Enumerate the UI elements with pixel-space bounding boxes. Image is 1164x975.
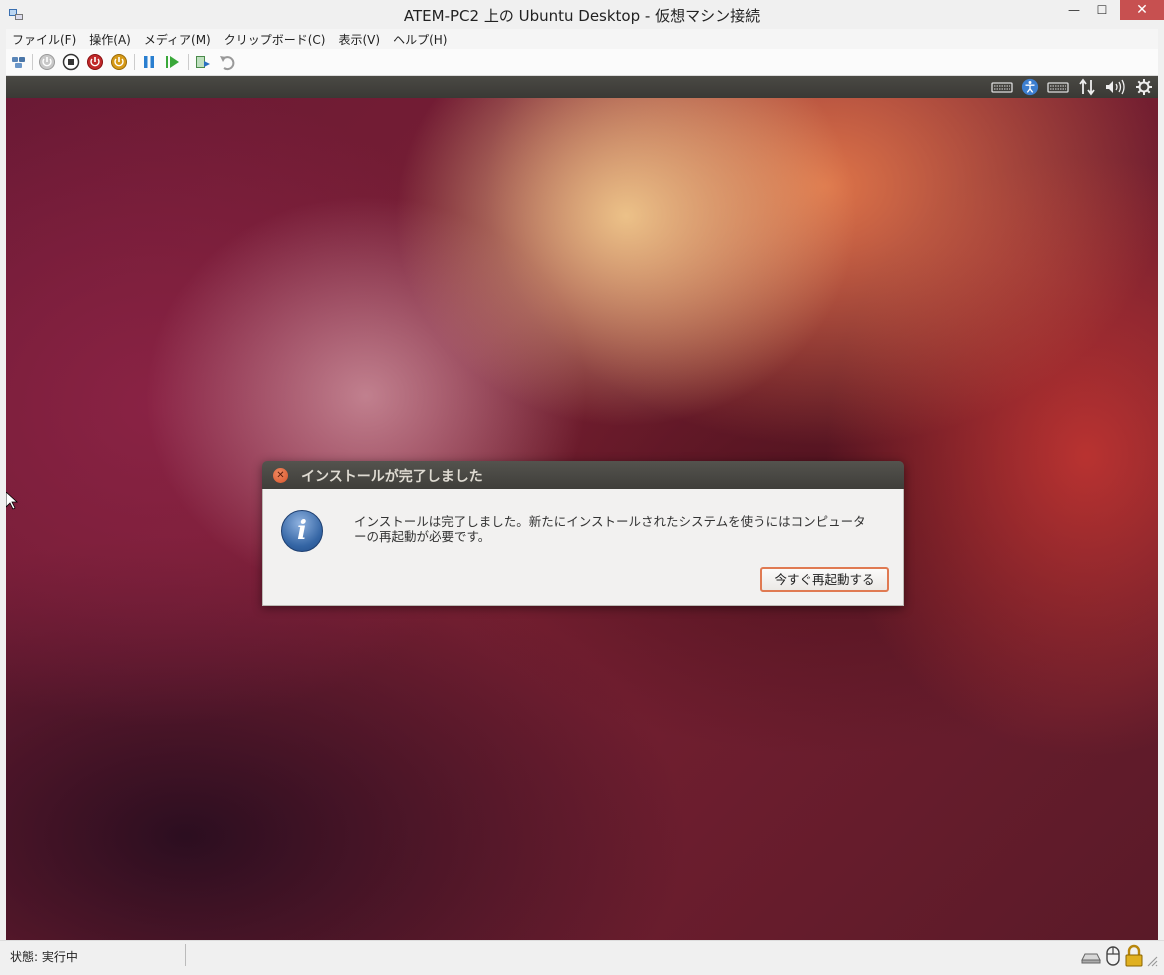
save-icon[interactable] (110, 53, 128, 71)
toolbar-separator (134, 54, 135, 70)
keyboard-layout-icon[interactable] (1047, 78, 1069, 96)
menu-clipboard[interactable]: クリップボード(C) (218, 29, 333, 49)
menu-action[interactable]: 操作(A) (83, 29, 138, 49)
reset-icon[interactable] (164, 53, 182, 71)
menu-media[interactable]: メディア(M) (138, 29, 218, 49)
menu-bar: ファイル(F) 操作(A) メディア(M) クリップボード(C) 表示(V) ヘ… (6, 29, 1158, 49)
minimize-button[interactable]: — (1060, 0, 1088, 20)
dialog-title: インストールが完了しました (301, 469, 483, 485)
status-bar: 状態: 実行中 (0, 940, 1164, 975)
keyboard-status-icon (1081, 953, 1101, 964)
toolbar (6, 49, 1158, 76)
menu-file[interactable]: ファイル(F) (6, 29, 83, 49)
volume-icon[interactable] (1104, 78, 1126, 96)
window-title: ATEM-PC2 上の Ubuntu Desktop - 仮想マシン接続 (403, 7, 761, 25)
pause-icon[interactable] (140, 53, 158, 71)
dialog-message: インストールは完了しました。新たにインストールされたシステムを使うにはコンピュー… (354, 514, 894, 544)
menu-view[interactable]: 表示(V) (333, 29, 388, 49)
lock-status-icon (1125, 944, 1143, 967)
turn-off-icon[interactable] (62, 53, 80, 71)
menu-help[interactable]: ヘルプ(H) (387, 29, 454, 49)
info-icon: i (281, 510, 323, 552)
ctrl-alt-del-icon[interactable] (10, 53, 28, 71)
install-complete-dialog: ✕ インストールが完了しました i インストールは完了しました。新たにインストー… (262, 461, 904, 606)
close-window-button[interactable]: ✕ (1120, 0, 1164, 20)
shut-down-icon[interactable] (86, 53, 104, 71)
toolbar-separator (188, 54, 189, 70)
revert-icon[interactable] (218, 53, 236, 71)
start-icon[interactable] (38, 53, 56, 71)
dialog-titlebar: ✕ インストールが完了しました (262, 461, 904, 489)
dialog-message-line1: インストールは完了しました。新たにインストールされたシステムを使うにはコンピュー… (354, 514, 866, 529)
accessibility-icon[interactable] (1020, 78, 1040, 96)
ubuntu-top-panel (6, 76, 1158, 98)
vm-screen[interactable]: ✕ インストールが完了しました i インストールは完了しました。新たにインストー… (6, 76, 1158, 940)
network-icon[interactable] (1078, 78, 1096, 96)
mouse-status-icon (1106, 946, 1120, 966)
checkpoint-icon[interactable] (194, 53, 212, 71)
toolbar-separator (32, 54, 33, 70)
maximize-button[interactable]: ☐ (1088, 0, 1116, 20)
mouse-pointer-icon (6, 492, 18, 510)
keyboard-icon[interactable] (991, 78, 1013, 96)
window-titlebar: ATEM-PC2 上の Ubuntu Desktop - 仮想マシン接続 — ☐… (0, 0, 1164, 29)
dialog-message-line2: ーの再起動が必要です。 (354, 529, 491, 544)
settings-gear-icon[interactable] (1135, 78, 1153, 96)
dialog-close-button[interactable]: ✕ (273, 468, 288, 483)
restart-now-button[interactable]: 今すぐ再起動する (760, 567, 889, 592)
dialog-body: i インストールは完了しました。新たにインストールされたシステムを使うにはコンピ… (262, 489, 904, 606)
status-separator (185, 944, 186, 966)
vm-status-text: 状態: 実行中 (10, 950, 78, 964)
resize-grip-icon[interactable] (1146, 955, 1158, 967)
